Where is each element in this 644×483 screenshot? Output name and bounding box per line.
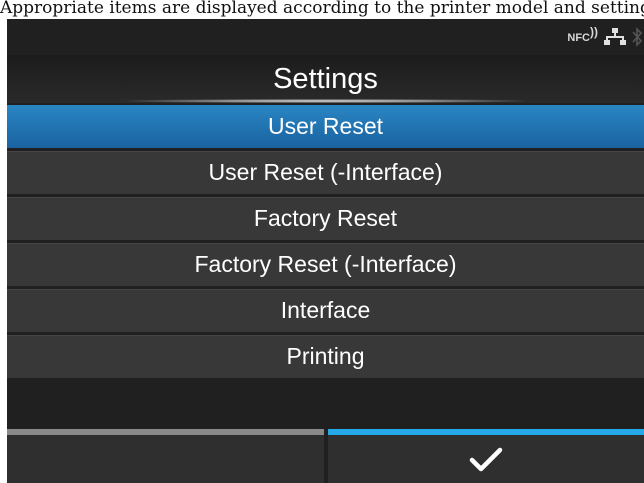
printer-screen: NFC)) Settings User Reset User Reset (-I… — [7, 19, 644, 483]
menu-item-user-reset[interactable]: User Reset — [7, 105, 644, 148]
network-icon — [604, 28, 626, 45]
menu-item-factory-reset[interactable]: Factory Reset — [7, 197, 644, 240]
bluetooth-icon — [632, 27, 642, 47]
menu-item-factory-reset-interface[interactable]: Factory Reset (-Interface) — [7, 243, 644, 286]
screen-header: Settings — [7, 55, 644, 103]
back-button[interactable] — [7, 429, 324, 483]
page-title: Settings — [273, 63, 378, 95]
status-bar: NFC)) — [7, 19, 644, 55]
menu-item-user-reset-interface[interactable]: User Reset (-Interface) — [7, 151, 644, 194]
settings-menu: User Reset User Reset (-Interface) Facto… — [7, 105, 644, 381]
confirm-button[interactable] — [328, 429, 644, 483]
status-icons: NFC)) — [567, 25, 642, 49]
menu-item-interface[interactable]: Interface — [7, 289, 644, 332]
nfc-icon: NFC)) — [567, 25, 598, 44]
title-underline — [127, 99, 524, 103]
nfc-label: NFC — [567, 32, 590, 44]
footer-buttons — [7, 429, 644, 483]
menu-item-printing[interactable]: Printing — [7, 335, 644, 378]
check-icon — [469, 447, 503, 472]
